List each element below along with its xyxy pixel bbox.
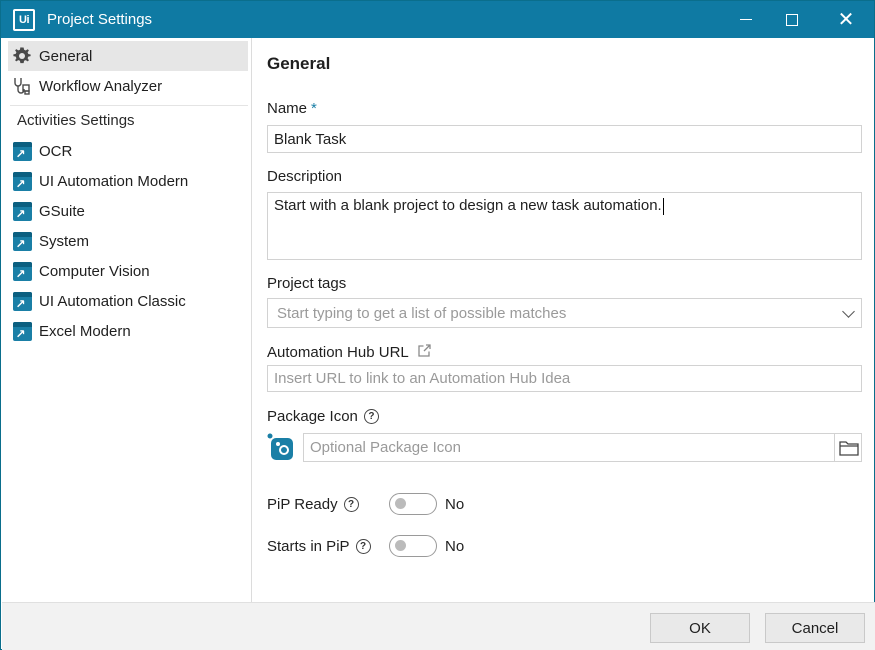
sidebar-item-label: UI Automation Modern [39,172,189,190]
browse-folder-button[interactable] [834,434,862,461]
package-icon-label-text: Package Icon [267,408,358,425]
project-tags-placeholder: Start typing to get a list of possible m… [277,304,567,322]
toggle-knob [395,540,406,551]
project-tags-label: Project tags [267,275,347,292]
starts-in-pip-label: Starts in PiP ? [267,538,371,555]
sidebar-item-computer-vision[interactable]: ↗ Computer Vision [8,256,248,286]
sidebar-item-label: Computer Vision [39,262,150,280]
project-tags-combobox[interactable]: Start typing to get a list of possible m… [267,298,862,328]
chevron-down-icon[interactable] [842,305,855,318]
sidebar-item-excel-modern[interactable]: ↗ Excel Modern [8,316,248,346]
starts-in-pip-label-text: Starts in PiP [267,538,350,555]
text-caret [662,197,664,215]
automation-hub-url-label-text: Automation Hub URL [267,344,409,361]
sidebar-item-label: System [39,232,90,250]
ok-button[interactable]: OK [650,613,750,643]
package-icon: ↗ [11,230,33,252]
uipath-logo-icon: Ui [13,9,35,31]
description-textarea[interactable]: Start with a blank project to design a n… [267,192,862,260]
description-value: Start with a blank project to design a n… [274,197,662,214]
package-icon: ↗ [11,170,33,192]
sidebar-item-gsuite[interactable]: ↗ GSuite [8,196,248,226]
pip-ready-value: No [445,496,465,513]
dialog-footer: OK Cancel [2,602,875,650]
name-label: Name * [267,100,317,117]
sidebar-item-label: OCR [39,142,73,160]
automation-hub-url-placeholder: Insert URL to link to an Automation Hub … [274,370,571,387]
help-icon[interactable]: ? [343,497,359,512]
close-icon: ✕ [837,8,855,31]
package-icon: ↗ [11,290,33,312]
pip-ready-label-text: PiP Ready [267,496,338,513]
maximize-icon [786,13,798,26]
toggle-knob [395,498,406,509]
starts-in-pip-toggle[interactable] [389,535,437,557]
activities-settings-heading: Activities Settings [17,112,135,129]
pip-ready-label: PiP Ready ? [267,496,359,513]
sidebar-item-general[interactable]: General [8,41,248,71]
general-settings-panel: General Name * Blank Task Description St… [253,38,874,602]
starts-in-pip-value: No [445,538,465,555]
folder-icon [838,440,859,456]
sidebar-item-label: General [39,47,93,65]
sidebar-item-system[interactable]: ↗ System [8,226,248,256]
package-icon: ↗ [11,260,33,282]
section-title: General [267,54,331,73]
sidebar-item-label: GSuite [39,202,85,220]
pip-ready-toggle[interactable] [389,493,437,515]
workflow-analyzer-icon [11,75,33,97]
help-icon[interactable]: ? [355,539,371,554]
title-bar: Ui Project Settings ✕ [1,1,874,38]
sidebar-item-workflow-analyzer[interactable]: Workflow Analyzer [8,71,248,101]
maximize-button[interactable] [769,1,815,38]
cancel-button[interactable]: Cancel [765,613,865,643]
package-icon-label: Package Icon ? [267,408,379,425]
minimize-button[interactable] [723,1,769,38]
package-icon-input[interactable]: Optional Package Icon [303,433,862,462]
package-preview-icon [267,433,295,461]
project-settings-dialog: Ui Project Settings ✕ General Workflow A… [0,0,875,650]
package-icon: ↗ [11,320,33,342]
automation-hub-url-input[interactable]: Insert URL to link to an Automation Hub … [267,365,862,392]
sidebar-item-ui-automation-classic[interactable]: ↗ UI Automation Classic [8,286,248,316]
name-label-text: Name [267,100,308,117]
sidebar-item-label: Excel Modern [39,322,131,340]
automation-hub-url-label: Automation Hub URL [267,343,432,362]
description-label: Description [267,168,343,185]
required-marker: * [311,100,317,117]
help-icon[interactable]: ? [363,409,379,424]
minimize-icon [740,18,752,21]
sidebar-divider [10,105,248,106]
package-icon: ↗ [11,140,33,162]
settings-sidebar: General Workflow Analyzer Activities Set… [2,38,252,602]
external-link-icon[interactable] [417,343,432,362]
sidebar-item-label: UI Automation Classic [39,292,186,310]
name-input-value: Blank Task [274,130,347,148]
package-icon-placeholder: Optional Package Icon [310,439,461,456]
sidebar-item-ocr[interactable]: ↗ OCR [8,136,248,166]
window-title: Project Settings [47,11,153,28]
gear-icon [11,45,33,67]
sidebar-item-label: Workflow Analyzer [39,77,163,95]
close-button[interactable]: ✕ [823,1,869,38]
package-icon: ↗ [11,200,33,222]
name-input[interactable]: Blank Task [267,125,862,153]
sidebar-item-ui-automation-modern[interactable]: ↗ UI Automation Modern [8,166,248,196]
